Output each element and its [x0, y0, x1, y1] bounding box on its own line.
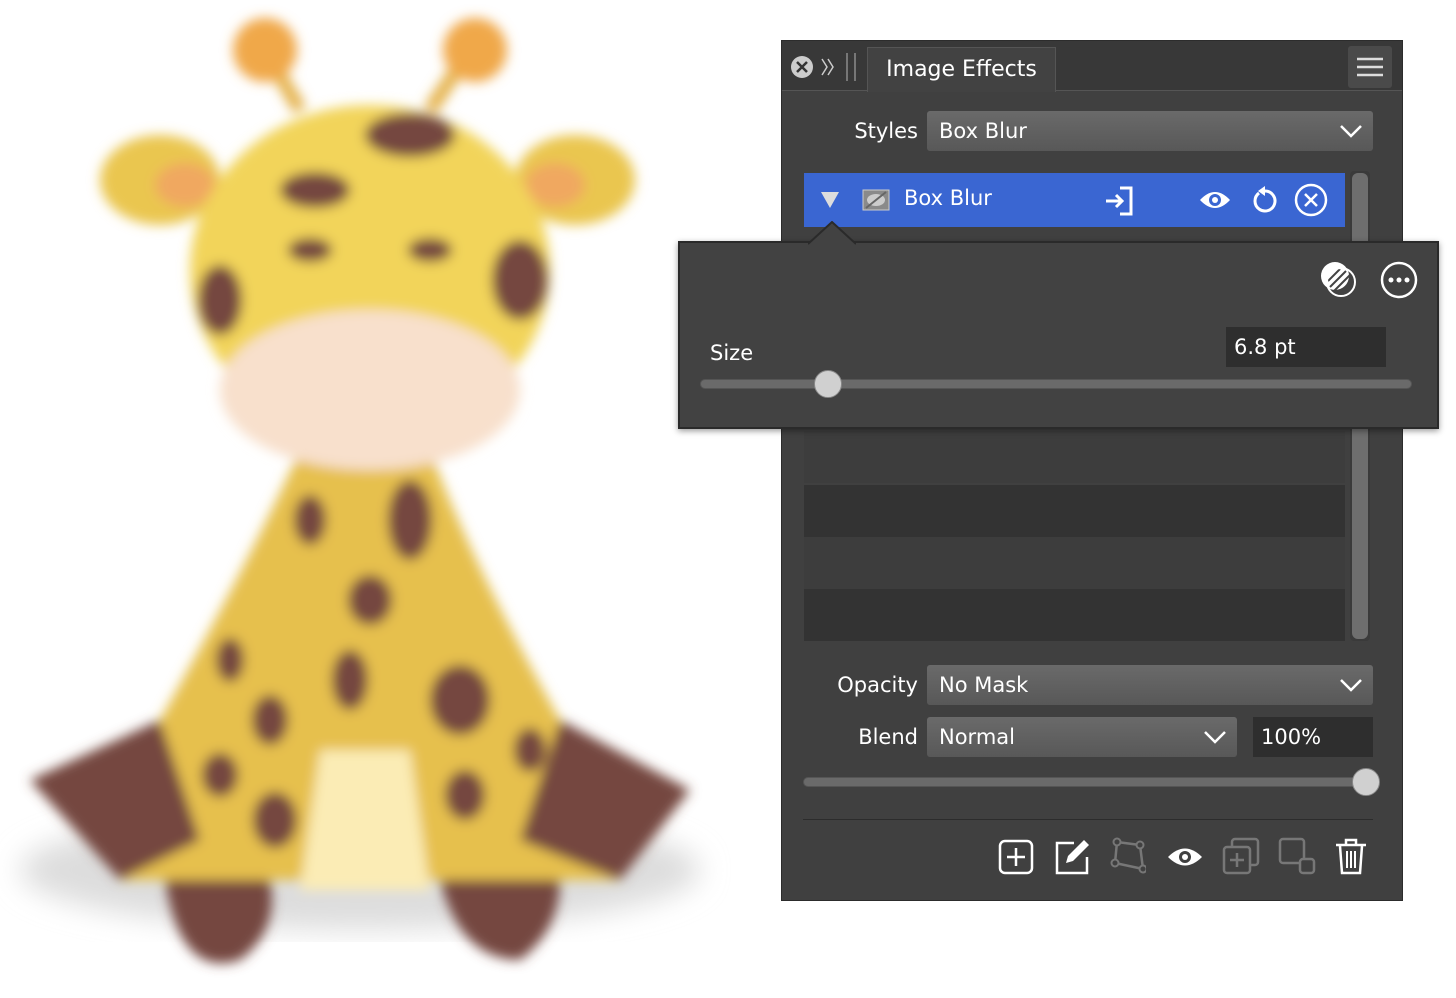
- chevron-down-icon: [1339, 673, 1363, 697]
- styles-value: Box Blur: [939, 119, 1027, 143]
- list-row[interactable]: [804, 537, 1345, 589]
- apply-effect-icon[interactable]: [1104, 185, 1136, 217]
- edit-icon[interactable]: [1054, 837, 1092, 875]
- visibility-eye-icon[interactable]: [1166, 844, 1204, 870]
- arrange-icon[interactable]: [1278, 837, 1316, 875]
- blend-options-icon[interactable]: [1320, 261, 1358, 299]
- list-row[interactable]: [804, 485, 1345, 537]
- opacity-value: No Mask: [939, 673, 1028, 697]
- divider: [803, 819, 1373, 820]
- popover-arrow: [808, 221, 856, 245]
- panel-menu-button[interactable]: [1348, 46, 1392, 88]
- tab-image-effects[interactable]: Image Effects: [867, 47, 1056, 92]
- chevron-down-icon: [1339, 119, 1363, 143]
- collapse-chevrons-icon[interactable]: [820, 56, 836, 78]
- size-label: Size: [710, 341, 753, 365]
- blend-opacity-slider-knob[interactable]: [1352, 768, 1380, 796]
- path-nodes-icon[interactable]: [1110, 837, 1146, 875]
- drag-handle[interactable]: [846, 53, 856, 81]
- effect-row-box-blur[interactable]: Box Blur: [804, 173, 1345, 227]
- add-effect-icon[interactable]: [998, 839, 1034, 875]
- more-options-icon[interactable]: [1380, 261, 1418, 299]
- opacity-mask-dropdown[interactable]: No Mask: [927, 665, 1373, 705]
- image-effects-panel: Image Effects Styles Box Blur Box Blur O…: [781, 40, 1403, 901]
- size-value-field[interactable]: 6.8 pt: [1226, 327, 1386, 367]
- blend-label: Blend: [802, 725, 918, 749]
- remove-effect-icon[interactable]: [1294, 183, 1328, 217]
- blend-opacity-slider[interactable]: [803, 777, 1371, 787]
- blend-mode-dropdown[interactable]: Normal: [927, 717, 1237, 757]
- effect-settings-popover: Size 6.8 pt: [678, 241, 1439, 429]
- close-panel-icon[interactable]: [790, 55, 814, 79]
- effect-name: Box Blur: [904, 186, 992, 210]
- list-row[interactable]: [804, 431, 1345, 483]
- reset-icon[interactable]: [1250, 184, 1280, 216]
- blend-value: Normal: [939, 725, 1015, 749]
- size-slider[interactable]: [700, 379, 1412, 389]
- panel-tab-bar: Image Effects: [782, 41, 1402, 91]
- effect-type-icon: [862, 189, 890, 211]
- styles-label: Styles: [812, 119, 918, 143]
- size-slider-knob[interactable]: [814, 370, 842, 398]
- hamburger-icon: [1348, 46, 1392, 88]
- opacity-label: Opacity: [802, 673, 918, 697]
- blend-opacity-field[interactable]: 100%: [1253, 717, 1373, 757]
- blurred-giraffe-image: [0, 0, 760, 998]
- trash-icon[interactable]: [1334, 837, 1368, 875]
- duplicate-icon[interactable]: [1222, 837, 1260, 875]
- styles-dropdown[interactable]: Box Blur: [927, 111, 1373, 151]
- visibility-eye-icon[interactable]: [1198, 187, 1232, 213]
- list-row[interactable]: [804, 589, 1345, 641]
- chevron-down-icon: [1203, 725, 1227, 749]
- expand-triangle-icon[interactable]: [820, 191, 840, 209]
